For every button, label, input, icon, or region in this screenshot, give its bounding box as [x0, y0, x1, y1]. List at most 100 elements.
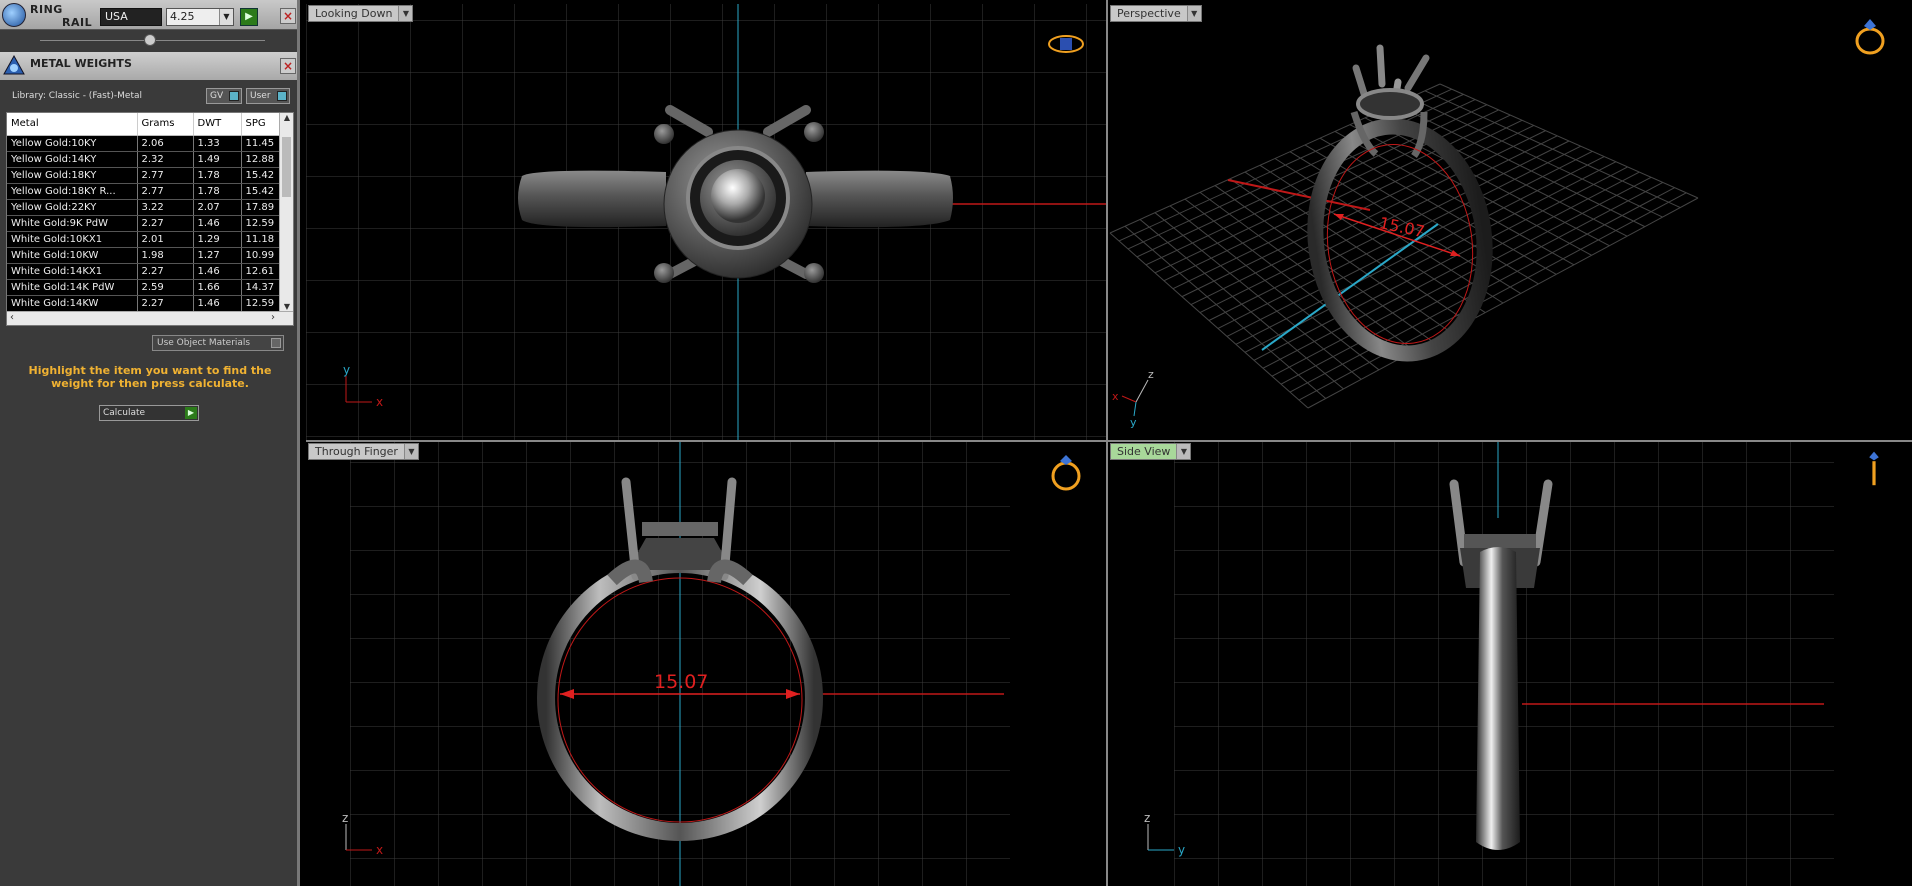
- metal-weights-icon: [3, 54, 25, 75]
- table-row[interactable]: White Gold:14K PdW 2.59 1.66 14.37: [7, 279, 280, 296]
- use-object-materials-label: Use Object Materials: [157, 338, 251, 348]
- viewport-label-side-view[interactable]: Side View ▼: [1110, 443, 1192, 460]
- ring-top-view-icon[interactable]: [1046, 24, 1086, 64]
- cell-grams: 2.59: [137, 279, 194, 296]
- scroll-down-icon[interactable]: ▼: [280, 302, 293, 311]
- cell-metal: Yellow Gold:22KY: [7, 199, 138, 216]
- cell-grams: 2.77: [137, 167, 194, 184]
- through-finger-canvas[interactable]: 15.07 z x: [306, 442, 1106, 886]
- table-row[interactable]: Yellow Gold:10KY 2.06 1.33 11.45: [7, 135, 280, 152]
- country-select[interactable]: USA: [100, 8, 162, 26]
- axis-label-y: y: [1130, 416, 1137, 429]
- chevron-down-icon[interactable]: ▼: [1176, 444, 1191, 459]
- axis-label-y: y: [343, 363, 350, 377]
- cell-metal: White Gold:10KW: [7, 247, 138, 264]
- chevron-down-icon[interactable]: ▼: [219, 9, 233, 25]
- ring-perspective-icon[interactable]: [1850, 16, 1890, 56]
- table-row[interactable]: Yellow Gold:22KY 3.22 2.07 17.89: [7, 199, 280, 216]
- viewport-label-text: Side View: [1117, 445, 1171, 458]
- gv-label: GV: [210, 91, 224, 101]
- cell-metal: Yellow Gold:18KY: [7, 167, 138, 184]
- viewport-looking-down[interactable]: y x Looking Down ▼: [306, 4, 1106, 440]
- collapse-handle[interactable]: [144, 34, 156, 46]
- viewport-side-view[interactable]: z y Side View ▼: [1108, 442, 1912, 886]
- cell-dwt: 1.27: [193, 247, 242, 264]
- column-header-metal[interactable]: Metal: [7, 113, 138, 136]
- chevron-down-icon[interactable]: ▼: [403, 444, 418, 459]
- left-panel: RING RAIL USA 4.25 ▼ ▶ × METAL WEIGHTS ×…: [0, 0, 300, 886]
- table-row[interactable]: Yellow Gold:14KY 2.32 1.49 12.88: [7, 151, 280, 168]
- scroll-right-icon[interactable]: ›: [271, 312, 275, 323]
- cell-metal: Yellow Gold:14KY: [7, 151, 138, 168]
- table-row[interactable]: White Gold:14KX1 2.27 1.46 12.61: [7, 263, 280, 280]
- table-row[interactable]: White Gold:10KW 1.98 1.27 10.99: [7, 247, 280, 264]
- ring-size-select[interactable]: 4.25 ▼: [166, 8, 234, 26]
- table-vertical-scrollbar[interactable]: ▲ ▼: [279, 113, 293, 311]
- panel-divider: [0, 30, 297, 50]
- cell-spg: 11.18: [241, 231, 280, 248]
- table-row[interactable]: Yellow Gold:18KY 2.77 1.78 15.42: [7, 167, 280, 184]
- cell-grams: 2.32: [137, 151, 194, 168]
- cell-spg: 15.42: [241, 183, 280, 200]
- scroll-left-icon[interactable]: ‹: [10, 312, 14, 323]
- chevron-down-icon[interactable]: ▼: [1186, 6, 1201, 21]
- close-metal-weights-button[interactable]: ×: [280, 58, 296, 74]
- cell-grams: 2.27: [137, 215, 194, 232]
- gv-toggle-indicator: [229, 91, 239, 101]
- viewport-label-text: Perspective: [1117, 7, 1181, 20]
- apply-size-button[interactable]: ▶: [240, 8, 258, 26]
- cell-spg: 14.37: [241, 279, 280, 296]
- table-header-row: Metal Grams DWT SPG: [7, 113, 280, 136]
- axis-gizmo: z x y: [1112, 368, 1154, 429]
- cell-metal: White Gold:14KX1: [7, 263, 138, 280]
- cell-metal: Yellow Gold:10KY: [7, 135, 138, 152]
- perspective-canvas[interactable]: 15.07 z x y: [1108, 4, 1912, 440]
- table-row[interactable]: White Gold:14KW 2.27 1.46 12.59: [7, 295, 280, 312]
- table-row[interactable]: White Gold:10KX1 2.01 1.29 11.18: [7, 231, 280, 248]
- table-row[interactable]: White Gold:9K PdW 2.27 1.46 12.59: [7, 215, 280, 232]
- ring-front-icon[interactable]: [1046, 452, 1086, 492]
- cell-dwt: 1.29: [193, 231, 242, 248]
- column-header-spg[interactable]: SPG: [241, 113, 280, 136]
- use-object-materials-checkbox[interactable]: [271, 338, 281, 348]
- viewport-through-finger[interactable]: 15.07 z x Through Finger ▼: [306, 442, 1106, 886]
- column-header-grams[interactable]: Grams: [137, 113, 194, 136]
- ring-rail-title-line1: RING: [30, 3, 63, 16]
- user-toggle[interactable]: User: [246, 88, 290, 104]
- ring-side-icon[interactable]: [1854, 450, 1894, 490]
- close-ring-rail-button[interactable]: ×: [280, 8, 296, 24]
- cell-metal: White Gold:14KW: [7, 295, 138, 312]
- cell-spg: 10.99: [241, 247, 280, 264]
- calculate-label: Calculate: [103, 408, 146, 418]
- axis-label-x: x: [376, 395, 383, 409]
- cell-metal: White Gold:14K PdW: [7, 279, 138, 296]
- side-view-canvas[interactable]: z y: [1108, 442, 1912, 886]
- table-horizontal-scrollbar[interactable]: ‹ ›: [7, 311, 293, 325]
- metal-weights-table: Metal Grams DWT SPG Yellow Gold:10KY 2.06…: [7, 113, 280, 312]
- table-row[interactable]: Yellow Gold:18KY R... 2.77 1.78 15.42: [7, 183, 280, 200]
- cell-spg: 12.59: [241, 295, 280, 312]
- cell-grams: 2.27: [137, 295, 194, 312]
- use-object-materials-toggle[interactable]: Use Object Materials: [152, 335, 284, 351]
- viewport-label-perspective[interactable]: Perspective ▼: [1110, 5, 1202, 22]
- gv-toggle[interactable]: GV: [206, 88, 242, 104]
- cell-spg: 15.42: [241, 167, 280, 184]
- viewport-label-through-finger[interactable]: Through Finger ▼: [308, 443, 419, 460]
- calculate-button[interactable]: Calculate ▶: [99, 405, 199, 421]
- scroll-thumb[interactable]: [282, 137, 291, 197]
- cell-dwt: 1.66: [193, 279, 242, 296]
- axis-label-z: z: [1148, 368, 1154, 381]
- cell-dwt: 1.46: [193, 263, 242, 280]
- axis-label-z: z: [342, 811, 348, 825]
- play-icon: ▶: [185, 407, 197, 419]
- column-header-dwt[interactable]: DWT: [193, 113, 242, 136]
- scroll-up-icon[interactable]: ▲: [280, 113, 293, 122]
- x-axis-line: [1227, 179, 1371, 211]
- chevron-down-icon[interactable]: ▼: [398, 6, 413, 21]
- library-label: Library: Classic - (Fast)-Metal: [12, 91, 143, 101]
- looking-down-canvas[interactable]: y x: [306, 4, 1106, 440]
- cell-metal: White Gold:10KX1: [7, 231, 138, 248]
- cell-grams: 2.06: [137, 135, 194, 152]
- viewport-label-looking-down[interactable]: Looking Down ▼: [308, 5, 414, 22]
- viewport-perspective[interactable]: 15.07 z x y Perspective ▼: [1108, 4, 1912, 440]
